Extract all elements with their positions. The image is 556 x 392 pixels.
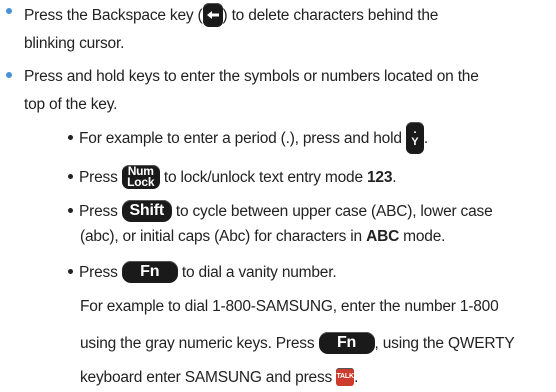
bullet1-line1: Press the Backspace key ( ) to delete cha…	[24, 3, 439, 28]
sub2-end: .	[392, 169, 397, 187]
bullet2-line2: top of the key.	[24, 96, 118, 113]
sub3-press: Press	[79, 203, 118, 221]
sub1-end: .	[423, 130, 428, 148]
sub4-para2-before: using the gray numeric keys. Press	[80, 335, 315, 353]
backspace-key-icon	[202, 3, 223, 27]
num-lock-key-icon: Num Lock	[121, 165, 160, 189]
talk-key-icon: TALK	[336, 367, 355, 386]
key-line2: Lock	[127, 175, 155, 189]
bullet-marker	[6, 72, 12, 78]
sub2-line: Press Num Lock to lock/unlock text entry …	[68, 165, 397, 190]
bullet-marker	[6, 8, 12, 14]
sub4-text: to dial a vanity number.	[181, 264, 337, 282]
sub3-line2: (abc), or initial caps (Abc) for charact…	[80, 227, 445, 247]
sub-bullet-dot	[68, 173, 73, 179]
sub-bullet-dot	[68, 268, 73, 274]
instruction-page: Press the Backspace key ( ) to delete cha…	[0, 0, 556, 392]
sub1-line: For example to enter a period (.), press…	[68, 122, 428, 155]
sub2-press: Press	[79, 169, 118, 187]
sub4-para2: using the gray numeric keys. Press Fn, u…	[80, 332, 515, 355]
sub3-line2-before: (abc), or initial caps (Abc) for charact…	[80, 228, 362, 245]
sub4-para1: For example to dial 1-800-SAMSUNG, enter…	[80, 298, 499, 315]
bullet1-line2: blinking cursor.	[24, 35, 125, 52]
sub2-mode: 123	[367, 169, 393, 187]
bullet2-line1: Press and hold keys to enter the symbols…	[24, 68, 479, 85]
sub2-text: to lock/unlock text entry mode	[163, 169, 363, 187]
sub-bullet-dot	[68, 207, 73, 213]
fn-key-icon: Fn	[121, 261, 178, 283]
key-top-label: .	[413, 124, 417, 136]
sub1-text: For example to enter a period (.), press…	[79, 130, 402, 148]
bullet1-text-before: Press the Backspace key (	[24, 7, 203, 25]
sub3-line1: Press Shift to cycle between upper case …	[68, 200, 493, 223]
key-bottom-label: Y	[411, 136, 419, 148]
sub4-press: Press	[79, 264, 118, 282]
sub4-para3: keyboard enter SAMSUNG and press TALK.	[80, 367, 359, 388]
sub3-text: to cycle between upper case (ABC), lower…	[175, 203, 493, 221]
sub4-para2-after: , using the QWERTY	[374, 335, 515, 353]
sub3-mode: ABC	[366, 228, 400, 245]
period-y-key-icon: .Y	[405, 122, 424, 154]
fn-key-icon: Fn	[318, 332, 375, 354]
sub-bullet-dot	[68, 134, 73, 140]
bullet1-text-after: ) to delete characters behind the	[222, 7, 439, 25]
sub4-para3-before: keyboard enter SAMSUNG and press	[80, 369, 333, 386]
shift-key-icon: Shift	[121, 200, 172, 222]
sub4-line1: Press Fn to dial a vanity number.	[68, 261, 337, 284]
sub3-line2-after: mode.	[403, 228, 446, 245]
sub4-para3-after: .	[354, 369, 359, 386]
